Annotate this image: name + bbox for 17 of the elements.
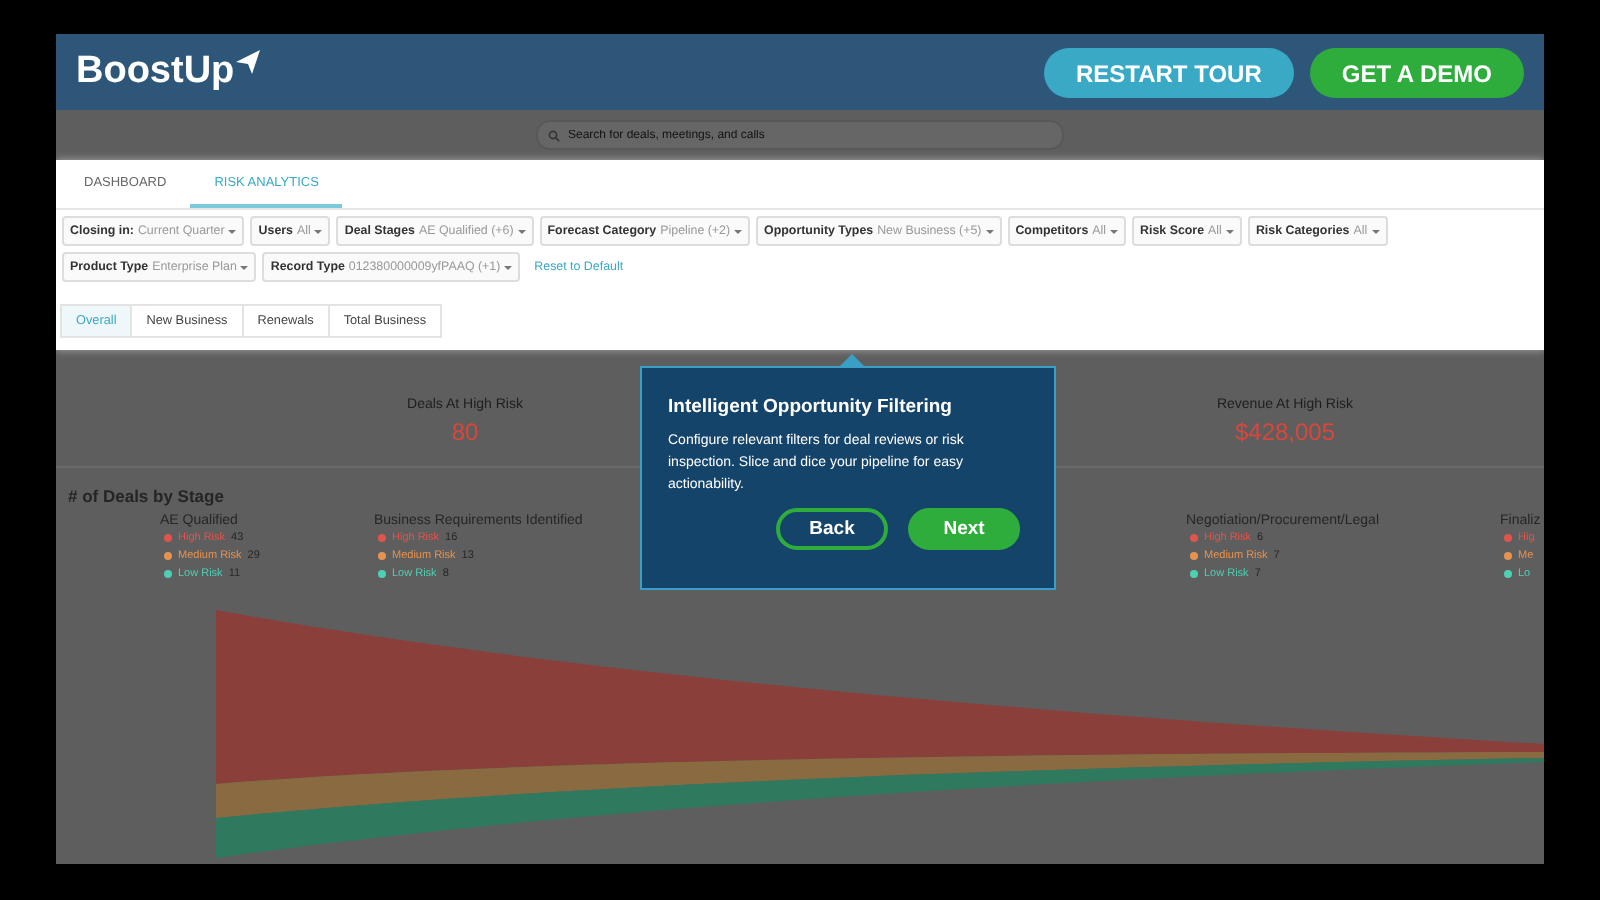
- caret-icon: [734, 229, 743, 233]
- caret-icon: [1225, 229, 1234, 233]
- caret-icon: [985, 229, 994, 233]
- caret-icon: [504, 265, 513, 269]
- caret-icon: [517, 229, 526, 233]
- caret-icon: [1371, 229, 1380, 233]
- popup-title: Intelligent Opportunity Filtering: [668, 396, 954, 418]
- caret-icon: [1110, 229, 1119, 233]
- caret-icon: [228, 229, 237, 233]
- caret-icon: [314, 229, 323, 233]
- metric-value: $428,005: [1234, 418, 1336, 446]
- caret-icon: [240, 265, 249, 269]
- metric-value: 80: [451, 418, 479, 446]
- paper-plane-icon: [236, 50, 261, 74]
- back-button[interactable]: Back: [776, 508, 888, 550]
- section-title: # of Deals by Stage: [68, 486, 224, 506]
- logo-text: BoostUp: [76, 50, 235, 94]
